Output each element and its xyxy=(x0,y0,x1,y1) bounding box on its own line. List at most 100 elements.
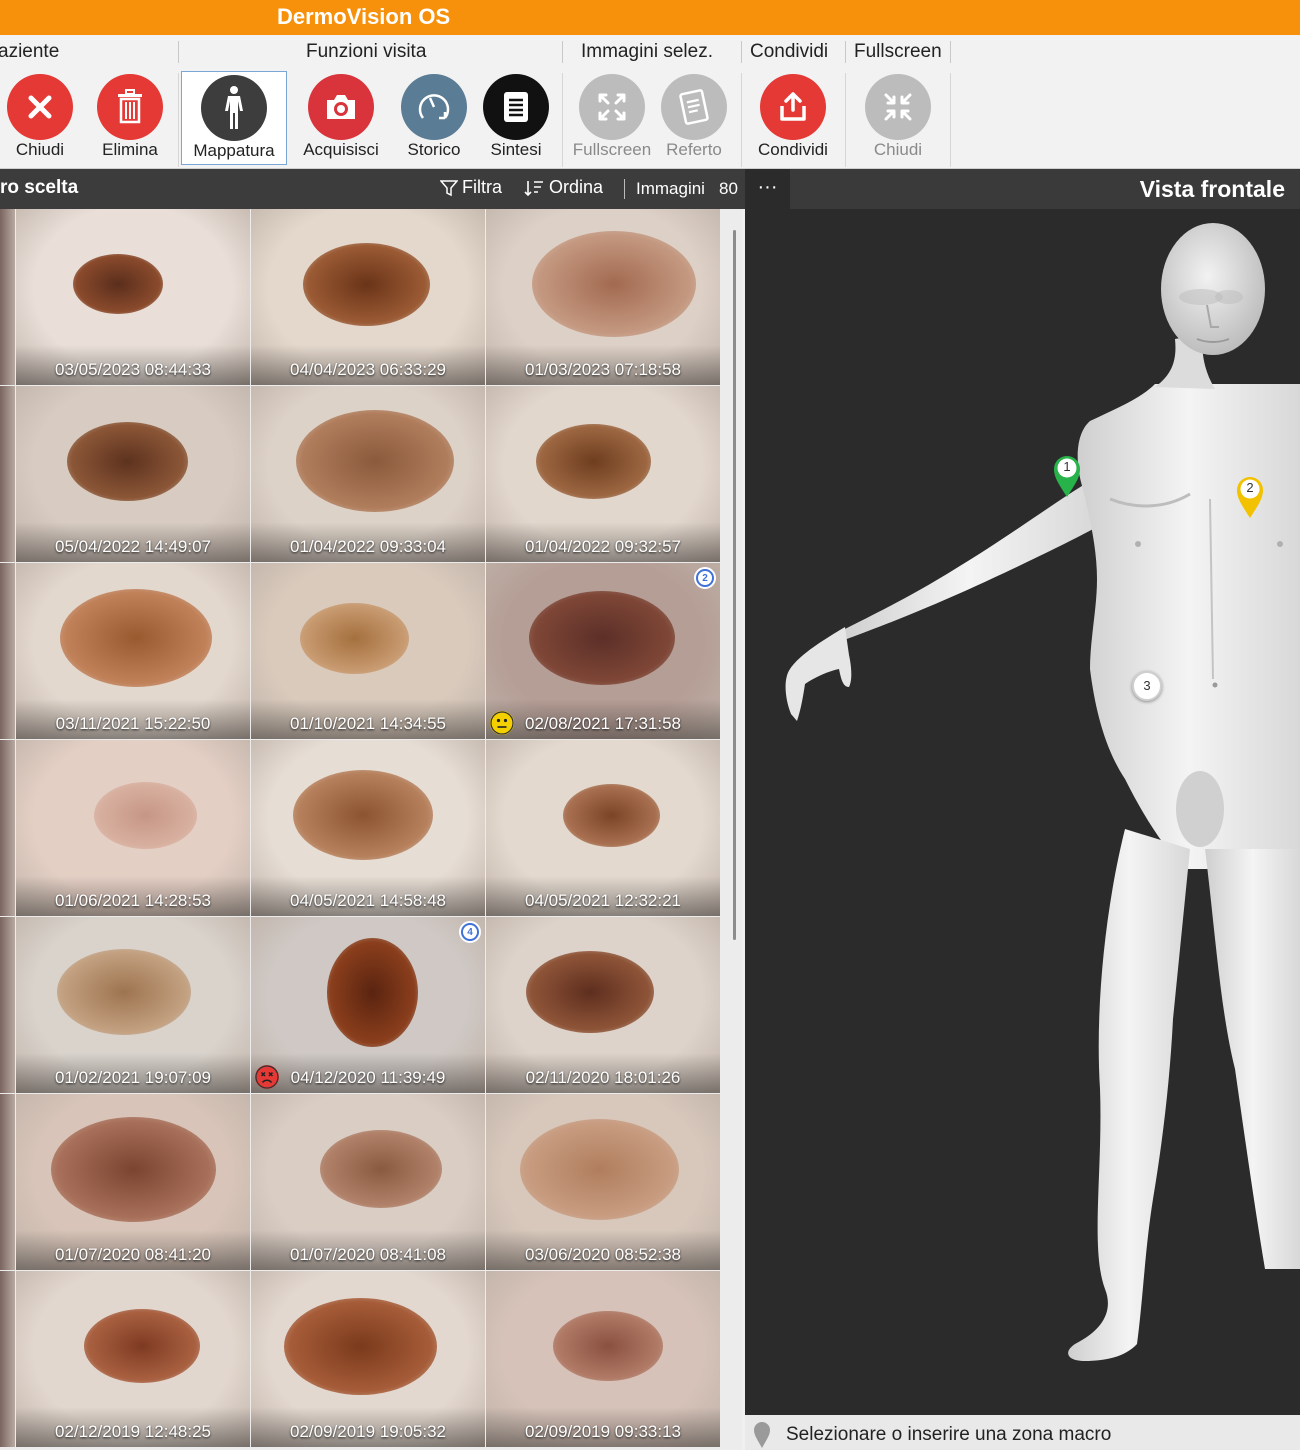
thumbnail-date: 02/08/2021 17:31:58 xyxy=(525,714,681,733)
sad-face-icon xyxy=(255,1065,279,1089)
partial-thumbnail[interactable] xyxy=(0,386,15,562)
partial-thumbnail[interactable] xyxy=(0,563,15,739)
dermoscopy-thumbnail[interactable]: 02/11/2020 18:01:26 xyxy=(486,917,720,1093)
share-button[interactable]: Condividi xyxy=(745,71,841,165)
dermoscopy-thumbnail[interactable]: 01/07/2020 08:41:20 xyxy=(16,1094,250,1270)
dermoscopy-thumbnail[interactable]: 04/04/2023 06:33:29 xyxy=(251,209,485,385)
view-title: Vista frontale xyxy=(1139,176,1285,202)
dermoscopy-thumbnail[interactable]: 01/10/2021 14:34:55 xyxy=(251,563,485,739)
dermoscopy-thumbnail[interactable]: 01/04/2022 09:32:57 xyxy=(486,386,720,562)
dermoscopy-thumbnail[interactable]: 01/04/2022 09:33:04 xyxy=(251,386,485,562)
dermoscopy-thumbnail[interactable]: 04/12/2020 11:39:49 4 xyxy=(251,917,485,1093)
dermoscopy-thumbnail[interactable]: 02/09/2019 19:05:32 xyxy=(251,1271,485,1447)
sort-icon xyxy=(524,180,543,196)
group-divider xyxy=(950,73,951,167)
image-list-header: ro scelta Filtra Ordina Immagini 80 xyxy=(0,169,745,209)
thumbnail-date: 02/12/2019 12:48:25 xyxy=(55,1422,211,1441)
dermoscopy-thumbnail[interactable]: 03/05/2023 08:44:33 xyxy=(16,209,250,385)
share-button-label: Condividi xyxy=(758,140,828,159)
thumbnail-date: 03/06/2020 08:52:38 xyxy=(525,1245,681,1264)
group-label-immagini-selez: Immagini selez. xyxy=(581,41,713,62)
header-separator xyxy=(624,179,625,199)
thumbnail-date: 01/02/2021 19:07:09 xyxy=(55,1068,211,1087)
lesion-image xyxy=(299,602,409,674)
body-3d-view[interactable]: 1 2 3 xyxy=(745,209,1300,1415)
thumbnail-date: 04/04/2023 06:33:29 xyxy=(290,360,446,379)
lesion-image xyxy=(326,937,418,1047)
app-title: DermoVision OS xyxy=(277,4,451,29)
summary-button[interactable]: Sintesi xyxy=(468,71,564,165)
exit-fullscreen-button[interactable]: Chiudi xyxy=(850,71,946,165)
report-icon xyxy=(661,74,727,140)
report-button-label: Referto xyxy=(666,140,722,159)
sort-button[interactable]: Ordina xyxy=(523,177,603,198)
dermoscopy-thumbnail[interactable]: 01/03/2023 07:18:58 xyxy=(486,209,720,385)
summary-button-label: Sintesi xyxy=(490,140,542,159)
lesion-image xyxy=(283,1297,437,1395)
dermoscopy-thumbnail[interactable]: 02/12/2019 12:48:25 xyxy=(16,1271,250,1447)
body-view-header: Vista frontale xyxy=(745,169,1300,209)
thumbnail-date: 03/05/2023 08:44:33 xyxy=(55,360,211,379)
mapping-button[interactable]: Mappatura xyxy=(181,71,287,165)
report-button[interactable]: Referto xyxy=(646,71,742,165)
thumbnail-date: 03/11/2021 15:22:50 xyxy=(55,714,211,733)
body-marker-2[interactable]: 2 xyxy=(1235,474,1265,525)
thumbnail-date: 01/06/2021 14:28:53 xyxy=(55,891,211,910)
dermoscopy-thumbnail[interactable]: 04/05/2021 14:58:48 xyxy=(251,740,485,916)
macro-zone-prompt: Selezionare o inserire una zona macro xyxy=(786,1424,1112,1445)
body-map-icon xyxy=(201,75,267,141)
body-marker-1[interactable]: 1 xyxy=(1052,453,1082,504)
dermovision-window: { "app": { "title": "DermoVision OS" }, … xyxy=(0,0,1300,1450)
dermoscopy-thumbnail[interactable]: 01/02/2021 19:07:09 xyxy=(16,917,250,1093)
images-count-value: 80 xyxy=(719,179,738,198)
share-icon xyxy=(760,74,826,140)
map-pin-badge: 2 xyxy=(694,567,716,589)
delete-button[interactable]: Elimina xyxy=(82,71,178,165)
group-separator xyxy=(741,41,742,63)
dermoscopy-thumbnail[interactable]: 01/06/2021 14:28:53 xyxy=(16,740,250,916)
delete-button-label: Elimina xyxy=(102,140,158,159)
dermoscopy-thumbnail[interactable]: 03/06/2020 08:52:38 xyxy=(486,1094,720,1270)
body-marker-3[interactable]: 3 xyxy=(1132,671,1162,701)
acquire-button[interactable]: Acquisisci xyxy=(293,71,389,165)
camera-icon xyxy=(308,74,374,140)
lesion-image xyxy=(296,410,454,512)
lesion-image xyxy=(66,421,188,501)
lesion-image xyxy=(529,591,675,685)
dermoscopy-thumbnail[interactable]: 02/08/2021 17:31:58 2 xyxy=(486,563,720,739)
document-icon xyxy=(483,74,549,140)
partial-thumbnail[interactable] xyxy=(0,209,15,385)
thumbnail-date: 01/03/2023 07:18:58 xyxy=(525,360,681,379)
dermoscopy-thumbnail[interactable]: 01/07/2020 08:41:08 xyxy=(251,1094,485,1270)
group-separator xyxy=(178,41,179,63)
thumbnail-date: 01/04/2022 09:32:57 xyxy=(525,537,681,556)
close-visit-button[interactable]: Chiudi xyxy=(0,71,88,165)
filter-button[interactable]: Filtra xyxy=(440,177,502,198)
partial-thumbnail[interactable] xyxy=(0,1271,15,1447)
thumbnail-date: 01/10/2021 14:34:55 xyxy=(290,714,446,733)
partial-thumbnail[interactable] xyxy=(0,917,15,1093)
lesion-image xyxy=(532,231,696,337)
thumbnail-date: 01/07/2020 08:41:20 xyxy=(55,1245,211,1264)
dermoscopy-thumbnail[interactable]: 02/09/2019 09:33:13 xyxy=(486,1271,720,1447)
images-count-label: Immagini xyxy=(636,179,705,198)
body-model[interactable] xyxy=(745,209,1300,1415)
lesion-image xyxy=(50,1116,216,1222)
pin-badge-number: 4 xyxy=(463,925,477,939)
more-options-button[interactable]: ··· xyxy=(745,169,790,209)
acquire-button-label: Acquisisci xyxy=(303,140,379,159)
dermoscopy-thumbnail[interactable]: 03/11/2021 15:22:50 xyxy=(16,563,250,739)
group-divider xyxy=(178,73,179,167)
dermoscopy-thumbnail[interactable]: 04/05/2021 12:32:21 xyxy=(486,740,720,916)
thumbnail-date: 04/05/2021 14:58:48 xyxy=(290,891,446,910)
grid-scrollbar[interactable] xyxy=(733,230,736,940)
group-label-funzioni-visita: Funzioni visita xyxy=(306,41,427,62)
partial-thumbnail[interactable] xyxy=(0,740,15,916)
lesion-image xyxy=(320,1130,442,1208)
lesion-image xyxy=(60,589,212,687)
dermoscopy-thumbnail[interactable]: 05/04/2022 14:49:07 xyxy=(16,386,250,562)
partial-thumbnail[interactable] xyxy=(0,1094,15,1270)
thumbnail-date: 02/09/2019 09:33:13 xyxy=(525,1422,681,1441)
lesion-image xyxy=(73,254,163,314)
lesion-image xyxy=(302,242,430,326)
